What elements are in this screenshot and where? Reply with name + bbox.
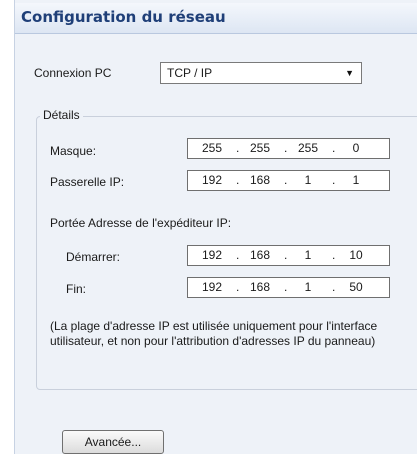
ip-dot: . (332, 141, 336, 155)
ip-octet[interactable]: 168 (242, 173, 278, 187)
ip-octet[interactable]: 168 (242, 248, 278, 262)
chevron-down-icon[interactable]: ▼ (345, 68, 354, 78)
ip-octet[interactable]: 255 (242, 141, 278, 155)
end-label: Fin: (66, 282, 87, 296)
connection-select-value: TCP / IP (167, 66, 213, 80)
ip-dot: . (236, 280, 240, 294)
mask-label: Masque: (50, 144, 97, 158)
ip-dot: . (284, 248, 288, 262)
mask-ip-field[interactable]: 255 . 255 . 255 . 0 (187, 138, 390, 159)
ip-dot: . (332, 280, 336, 294)
ip-dot: . (284, 280, 288, 294)
ip-range-note: (La plage d'adresse IP est utilisée uniq… (50, 319, 378, 348)
ip-dot: . (284, 141, 288, 155)
ip-octet[interactable]: 168 (242, 280, 278, 294)
start-ip-field[interactable]: 192 . 168 . 1 . 10 (187, 245, 390, 266)
ip-dot: . (332, 173, 336, 187)
gateway-label: Passerelle IP: (50, 175, 125, 189)
ip-octet[interactable]: 192 (194, 173, 230, 187)
ip-octet[interactable]: 50 (338, 280, 374, 294)
ip-octet[interactable]: 255 (290, 141, 326, 155)
network-config-panel: Configuration du réseau Connexion PC TCP… (14, 0, 417, 454)
panel-header: Configuration du réseau (15, 3, 417, 34)
ip-dot: . (236, 141, 240, 155)
ip-octet[interactable]: 1 (290, 280, 326, 294)
advanced-button[interactable]: Avancée... (62, 430, 164, 454)
end-ip-field[interactable]: 192 . 168 . 1 . 50 (187, 277, 390, 298)
details-caption: Détails (40, 108, 83, 122)
page-title: Configuration du réseau (21, 8, 226, 26)
ip-octet[interactable]: 10 (338, 248, 374, 262)
connection-label: Connexion PC (34, 66, 112, 80)
ip-octet[interactable]: 0 (338, 141, 374, 155)
connection-select[interactable]: TCP / IP ▼ (160, 62, 362, 84)
ip-octet[interactable]: 192 (194, 280, 230, 294)
gateway-ip-field[interactable]: 192 . 168 . 1 . 1 (187, 170, 390, 191)
ip-dot: . (236, 248, 240, 262)
sender-range-label: Portée Adresse de l'expéditeur IP: (50, 216, 232, 230)
ip-octet[interactable]: 255 (194, 141, 230, 155)
ip-dot: . (332, 248, 336, 262)
ip-dot: . (236, 173, 240, 187)
start-label: Démarrer: (66, 250, 121, 264)
ip-octet[interactable]: 1 (290, 173, 326, 187)
ip-dot: . (284, 173, 288, 187)
ip-octet[interactable]: 1 (290, 248, 326, 262)
ip-octet[interactable]: 1 (338, 173, 374, 187)
ip-octet[interactable]: 192 (194, 248, 230, 262)
